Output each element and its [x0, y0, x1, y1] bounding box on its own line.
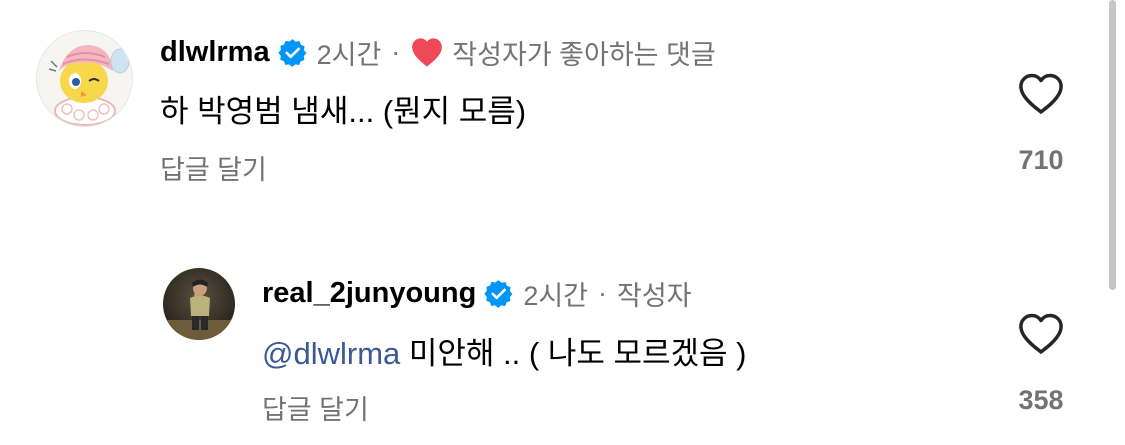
- username[interactable]: dlwlrma: [160, 36, 270, 69]
- comment-timestamp: 2시간: [316, 39, 382, 70]
- person-photo-avatar-icon: [163, 268, 235, 340]
- cartoon-bird-avatar-icon: [37, 31, 132, 126]
- username[interactable]: real_2junyoung: [262, 277, 476, 310]
- like-heart-icon[interactable]: [1017, 72, 1065, 116]
- verified-badge-icon: [484, 279, 513, 308]
- mention-link[interactable]: @dlwlrma: [262, 336, 400, 371]
- separator-dot: ·: [598, 277, 608, 308]
- like-heart-icon[interactable]: [1017, 312, 1065, 356]
- comment-text: 하 박영범 냄새... (뭔지 모름): [160, 94, 527, 129]
- verified-badge-icon: [277, 38, 307, 67]
- reply-button[interactable]: 답글 달기: [160, 148, 267, 187]
- like-count: 710: [1018, 145, 1064, 175]
- comment-body: 미안해 .. ( 나도 모르겠음 ): [400, 336, 747, 371]
- avatar[interactable]: [36, 30, 133, 127]
- comment-header: dlwlrma 2시간 · 작성자가 좋아하는 댓글: [160, 34, 716, 70]
- author-liked-label: 작성자가 좋아하는 댓글: [452, 39, 716, 70]
- separator-dot: ·: [391, 36, 401, 67]
- scrollbar[interactable]: [1109, 0, 1116, 290]
- avatar[interactable]: [163, 268, 235, 340]
- comment-header: real_2junyoung 2시간 · 작성자: [262, 275, 692, 311]
- author-liked-heart-icon: [410, 37, 444, 68]
- comment-text: @dlwlrma 미안해 .. ( 나도 모르겠음 ): [262, 328, 747, 373]
- author-tag: 작성자: [617, 280, 692, 311]
- comment-timestamp: 2시간: [523, 280, 589, 311]
- reply-button[interactable]: 답글 달기: [262, 388, 369, 427]
- like-count: 358: [1018, 385, 1064, 415]
